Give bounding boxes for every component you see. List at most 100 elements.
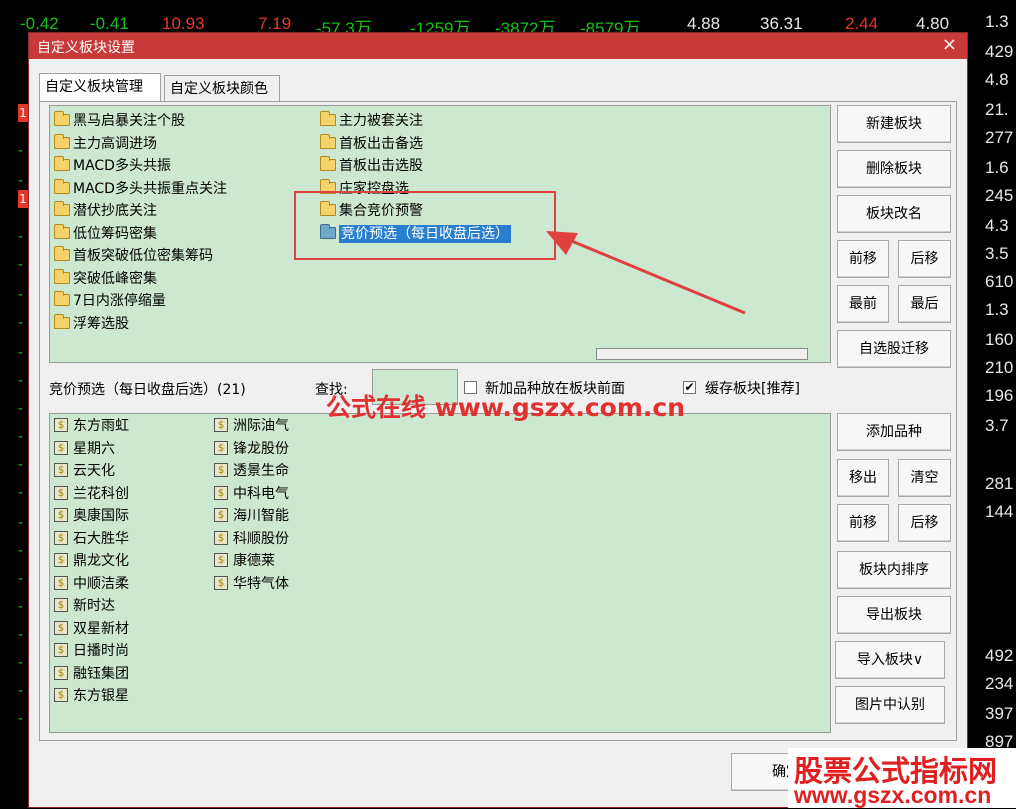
stock-item[interactable]: $ 兰花科创: [54, 483, 129, 505]
block-move-up-button[interactable]: 前移: [837, 240, 889, 278]
stock-item-label: 康德莱: [233, 553, 275, 569]
block-item-label: 7日内涨停缩量: [73, 293, 166, 309]
stock-item[interactable]: $ 洲际油气: [214, 415, 289, 437]
folder-icon: [54, 313, 70, 329]
stock-item[interactable]: $ 海川智能: [214, 505, 289, 527]
block-item-label: 主力被套关注: [339, 113, 423, 129]
stock-item-label: 云天化: [73, 463, 115, 479]
stock-item[interactable]: $ 中科电气: [214, 483, 289, 505]
stock-icon: $: [214, 508, 228, 522]
stock-item-label: 鼎龙文化: [73, 553, 129, 569]
stock-item[interactable]: $ 云天化: [54, 460, 115, 482]
stock-item[interactable]: $ 鼎龙文化: [54, 550, 129, 572]
folder-icon: [54, 156, 70, 171]
block-item[interactable]: 首板出击备选: [320, 133, 423, 155]
bg-dash: -: [18, 710, 23, 727]
stock-item[interactable]: $ 康德莱: [214, 550, 275, 572]
block-item-label: 潜伏抄底关注: [73, 203, 157, 219]
block-first-button[interactable]: 最前: [837, 285, 889, 323]
folder-icon: [54, 201, 70, 216]
stock-item[interactable]: $ 星期六: [54, 438, 115, 460]
stock-item[interactable]: $ 新时达: [54, 595, 115, 617]
block-item[interactable]: 7日内涨停缩量: [54, 290, 166, 312]
clear-stocks-button[interactable]: 清空: [898, 459, 951, 497]
block-item[interactable]: 黑马启暴关注个股: [54, 110, 185, 132]
tab-block-color[interactable]: 自定义板块颜色: [164, 75, 280, 101]
close-icon[interactable]: ×: [942, 34, 957, 55]
stock-move-down-button[interactable]: 后移: [898, 504, 951, 542]
stock-icon: $: [54, 688, 68, 702]
block-item[interactable]: 首板突破低位密集筹码: [54, 245, 213, 267]
stock-icon: $: [54, 440, 68, 455]
image-recognize-button[interactable]: 图片中认别: [835, 686, 945, 724]
migrate-stocks-button[interactable]: 自选股迁移: [837, 330, 951, 368]
rename-block-button[interactable]: 板块改名: [837, 195, 951, 233]
bg-cell: -0.41: [90, 14, 129, 33]
stock-item-label: 中顺洁柔: [73, 575, 129, 592]
block-item-label: 首板突破低位密集筹码: [73, 248, 213, 264]
stock-icon: $: [214, 485, 228, 500]
block-item[interactable]: 低位筹码密集: [54, 223, 157, 245]
stock-icon: $: [54, 508, 68, 522]
stock-item-label: 科顺股份: [233, 530, 289, 547]
block-item[interactable]: MACD多头共振重点关注: [54, 178, 227, 200]
folder-icon: [54, 133, 70, 149]
horizontal-scrollbar[interactable]: [596, 348, 808, 360]
stock-item[interactable]: $ 科顺股份: [214, 528, 289, 550]
stock-move-up-button[interactable]: 前移: [837, 504, 889, 542]
new-block-button[interactable]: 新建板块: [837, 105, 951, 143]
folder-icon: [54, 268, 70, 284]
stock-item-label: 融钰集团: [73, 665, 129, 682]
stock-item[interactable]: $ 东方银星: [54, 685, 129, 707]
delete-block-button[interactable]: 删除板块: [837, 150, 951, 188]
bg-dash: -: [18, 654, 23, 671]
bg-right-cell: 4.3: [985, 216, 1009, 235]
stock-item[interactable]: $ 锋龙股份: [214, 438, 289, 460]
block-item[interactable]: 主力高调进场: [54, 133, 157, 155]
block-last-button[interactable]: 最后: [898, 285, 951, 323]
bg-cell: 4.80: [916, 14, 950, 33]
stock-item[interactable]: $ 融钰集团: [54, 663, 129, 685]
brand-line2: www.gszx.com.cn: [794, 782, 992, 808]
bg-right-cell: 245: [985, 186, 1014, 205]
block-item[interactable]: 突破低峰密集: [54, 268, 157, 290]
stock-item[interactable]: $ 石大胜华: [54, 528, 129, 550]
stock-item-label: 洲际油气: [233, 418, 289, 434]
bg-dash: -: [18, 256, 23, 273]
bg-dash: -: [18, 372, 23, 389]
block-item[interactable]: 浮筹选股: [54, 313, 129, 335]
stock-item[interactable]: $ 奥康国际: [54, 505, 129, 527]
stock-item[interactable]: $ 日播时尚: [54, 640, 129, 662]
block-item[interactable]: 首板出击选股: [320, 155, 423, 177]
bg-dash: -: [18, 400, 23, 417]
tab-block-management[interactable]: 自定义板块管理: [39, 73, 161, 101]
sort-in-block-button[interactable]: 板块内排序: [837, 551, 951, 589]
stock-item-label: 日播时尚: [73, 643, 129, 659]
add-stock-button[interactable]: 添加品种: [837, 413, 951, 451]
annotation-highlight-box: [294, 191, 556, 260]
stock-item[interactable]: $ 透景生命: [214, 460, 289, 482]
import-block-button[interactable]: 导入板块∨: [835, 641, 945, 679]
export-block-button[interactable]: 导出板块: [837, 596, 951, 634]
stock-item[interactable]: $ 华特气体: [214, 573, 289, 595]
block-item[interactable]: 潜伏抄底关注: [54, 200, 157, 222]
stock-item-label: 星期六: [73, 440, 115, 457]
stock-list[interactable]: $ 东方雨虹 $ 星期六 $ 云天化 $ 兰花科创 $ 奥康国际 $ 石大胜华 $ 鼎龙文化 $ 中顺洁柔 $ 新…: [49, 413, 831, 733]
stock-item-label: 锋龙股份: [233, 440, 289, 457]
bg-dash: -: [18, 542, 23, 559]
stock-item[interactable]: $ 中顺洁柔: [54, 573, 129, 595]
bg-right-cell: 196: [985, 386, 1014, 405]
stock-item[interactable]: $ 双星新材: [54, 618, 129, 640]
brand-watermark: 股票公式指标网 www.gszx.com.cn: [788, 748, 1016, 808]
bg-dash: -: [18, 344, 23, 361]
stock-item[interactable]: $ 东方雨虹: [54, 415, 129, 437]
block-item[interactable]: 主力被套关注: [320, 110, 423, 132]
remove-stock-button[interactable]: 移出: [837, 459, 889, 497]
block-item[interactable]: MACD多头共振: [54, 155, 171, 177]
stock-icon: $: [54, 620, 68, 635]
stock-item-label: 海川智能: [233, 508, 289, 524]
folder-icon: [320, 111, 336, 126]
block-move-down-button[interactable]: 后移: [898, 240, 951, 278]
stock-icon: $: [54, 553, 68, 567]
bg-dash: -: [18, 172, 23, 189]
